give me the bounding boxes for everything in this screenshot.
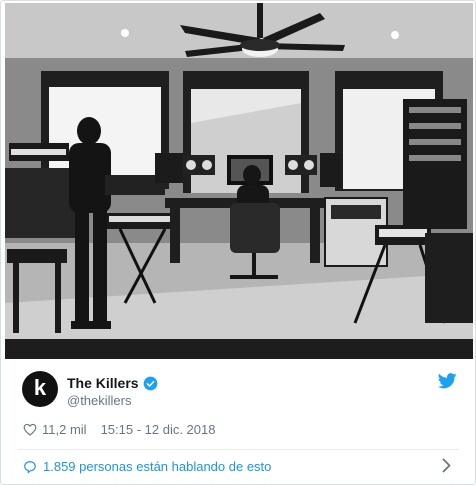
tweet-header: k The Killers @thekillers bbox=[1, 361, 475, 411]
tweet-meta: 11,2 mil 15:15 - 12 dic. 2018 bbox=[23, 422, 215, 437]
tweet-photo[interactable] bbox=[5, 3, 473, 359]
account-name-row[interactable]: The Killers bbox=[67, 375, 158, 391]
divider bbox=[17, 449, 459, 450]
heart-icon[interactable] bbox=[23, 423, 37, 436]
like-count[interactable]: 11,2 mil bbox=[42, 422, 87, 437]
speech-bubble-icon bbox=[24, 460, 36, 473]
studio-photo bbox=[5, 3, 473, 359]
chevron-right-icon[interactable] bbox=[442, 458, 451, 473]
avatar-letter: k bbox=[33, 375, 47, 400]
conversation-link-label[interactable]: 1.859 personas están hablando de esto bbox=[43, 459, 271, 474]
tweet-timestamp[interactable]: 15:15 - 12 dic. 2018 bbox=[101, 422, 216, 437]
profile-avatar[interactable]: k bbox=[22, 371, 58, 407]
verified-badge-icon bbox=[143, 376, 157, 390]
conversation-link[interactable]: 1.859 personas están hablando de esto bbox=[23, 459, 271, 474]
tweet-card[interactable]: k The Killers @thekillers 11,2 mil 15:15… bbox=[0, 0, 476, 485]
account-name[interactable]: The Killers bbox=[67, 375, 139, 391]
account-handle[interactable]: @thekillers bbox=[67, 393, 132, 408]
twitter-bird-icon[interactable] bbox=[438, 373, 457, 389]
